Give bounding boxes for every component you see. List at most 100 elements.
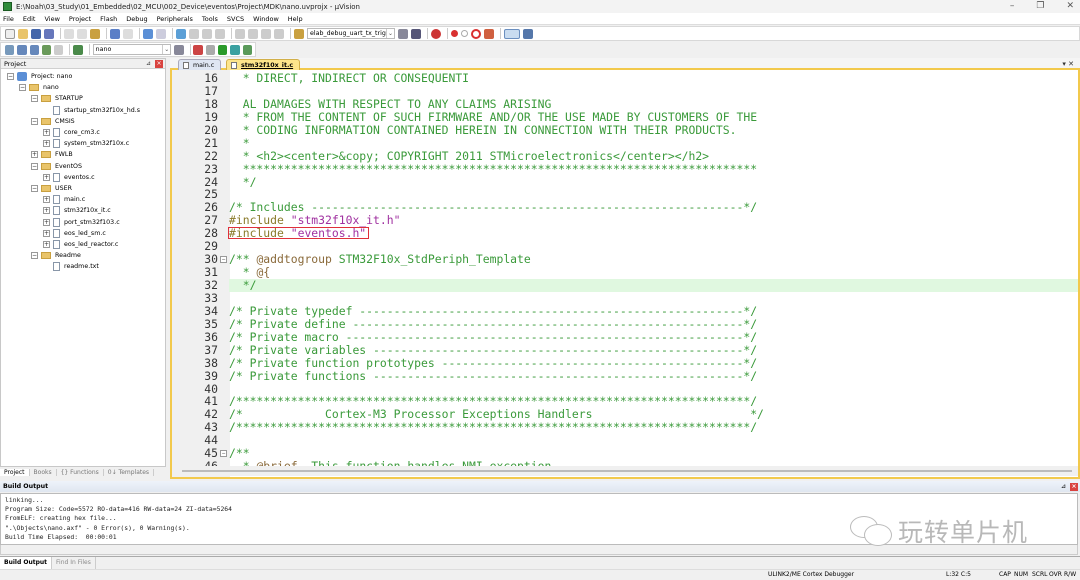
tab-project[interactable]: Project <box>0 469 30 476</box>
rebuild-icon[interactable] <box>29 44 39 55</box>
software-packs-icon[interactable] <box>242 44 252 55</box>
chevron-down-icon[interactable]: ⌄ <box>162 45 170 54</box>
code-text[interactable]: /* Private functions -------------------… <box>229 369 757 383</box>
menu-edit[interactable]: Edit <box>23 15 36 23</box>
code-editor[interactable]: 16 * DIRECT, INDIRECT OR CONSEQUENTI 17 18… <box>170 70 1080 479</box>
menu-file[interactable]: File <box>3 15 14 23</box>
code-text[interactable]: * CODING INFORMATION CONTAINED HEREIN IN… <box>229 123 737 137</box>
tree-item[interactable]: + core_cm3.c <box>43 127 100 138</box>
pin-icon[interactable]: ⊿ <box>1061 481 1066 492</box>
expand-icon[interactable]: + <box>31 151 38 159</box>
tab-templates[interactable]: 0↓ Templates <box>104 469 155 476</box>
tree-item[interactable]: + eos_led_sm.c <box>43 228 106 239</box>
incremental-find-icon[interactable] <box>411 28 421 39</box>
find-icon[interactable] <box>398 28 408 39</box>
close-panel-icon[interactable]: × <box>155 60 163 68</box>
navigate-forward-icon[interactable] <box>156 28 166 39</box>
tab-find-in-files[interactable]: Find In Files <box>52 557 96 569</box>
new-file-icon[interactable] <box>5 28 15 39</box>
copy-icon[interactable] <box>77 28 87 39</box>
stop-build-icon[interactable] <box>54 44 64 55</box>
next-bookmark-icon[interactable] <box>202 28 212 39</box>
save-icon[interactable] <box>31 28 41 39</box>
target-select[interactable]: nano ⌄ <box>92 44 172 55</box>
expand-icon[interactable]: + <box>43 229 50 237</box>
editor-horizontal-scrollbar[interactable] <box>172 466 1078 476</box>
uncomment-icon[interactable] <box>274 28 284 39</box>
insert-breakpoint-icon[interactable] <box>451 30 458 37</box>
tab-stm32f10x-it-c[interactable]: stm32f10x_it.c <box>226 59 301 70</box>
code-text[interactable]: ****************************************… <box>229 162 757 176</box>
collapse-icon[interactable]: − <box>31 162 38 170</box>
code-text[interactable]: */ <box>229 175 257 189</box>
collapse-icon[interactable]: − <box>31 185 38 192</box>
menu-flash[interactable]: Flash <box>100 15 117 23</box>
chevron-down-icon[interactable]: ⌄ <box>386 29 394 38</box>
expand-icon[interactable]: + <box>43 140 50 148</box>
tree-item[interactable]: + FWLB <box>31 149 73 160</box>
code-text[interactable]: /***************************************… <box>229 421 757 434</box>
clear-bookmarks-icon[interactable] <box>215 28 225 39</box>
configure-icon[interactable] <box>523 28 533 39</box>
fold-toggle-icon[interactable]: − <box>220 450 227 458</box>
tree-item[interactable]: + eos_led_reactor.c <box>43 239 118 250</box>
tree-item[interactable]: + eventos.c <box>43 172 95 183</box>
collapse-icon[interactable]: − <box>19 84 26 92</box>
tree-item[interactable]: + port_stm32f103.c <box>43 217 120 228</box>
select-packs-icon[interactable] <box>205 44 216 55</box>
find-in-files-icon[interactable] <box>294 28 304 39</box>
tree-item[interactable]: − EventOS <box>31 161 82 172</box>
prev-bookmark-icon[interactable] <box>189 28 199 39</box>
collapse-icon[interactable]: − <box>31 117 38 125</box>
tree-item[interactable]: − Project: nano <box>7 71 72 82</box>
menu-view[interactable]: View <box>44 15 59 23</box>
build-icon[interactable] <box>17 44 27 55</box>
maximize-button[interactable]: ❐ <box>1036 0 1044 13</box>
tree-item[interactable]: − CMSIS <box>31 116 75 127</box>
save-all-icon[interactable] <box>44 28 54 39</box>
tree-item[interactable]: startup_stm32f10x_hd.s <box>43 105 140 116</box>
expand-icon[interactable]: + <box>43 129 50 136</box>
menu-project[interactable]: Project <box>69 15 91 23</box>
debug-session-icon[interactable] <box>431 28 441 39</box>
undo-icon[interactable] <box>110 28 120 39</box>
fold-toggle-icon[interactable]: − <box>220 256 227 264</box>
kill-breakpoints-icon[interactable] <box>484 28 494 39</box>
expand-icon[interactable]: + <box>43 241 50 248</box>
tab-main-c[interactable]: main.c <box>178 59 222 70</box>
menu-debug[interactable]: Debug <box>126 15 147 23</box>
paste-icon[interactable] <box>90 28 100 39</box>
tab-books[interactable]: Books <box>30 469 57 476</box>
tree-item[interactable]: readme.txt <box>43 261 99 272</box>
comment-icon[interactable] <box>261 28 271 39</box>
menu-help[interactable]: Help <box>288 15 303 23</box>
indent-icon[interactable] <box>235 28 245 39</box>
code-text[interactable]: */ <box>229 279 1078 292</box>
expand-icon[interactable]: + <box>43 196 50 204</box>
collapse-icon[interactable]: − <box>7 73 14 80</box>
find-combo[interactable]: elab_debug_uart_tx_trig ⌄ <box>307 28 395 39</box>
tree-item[interactable]: + system_stm32f10x.c <box>43 138 129 149</box>
menu-window[interactable]: Window <box>253 15 279 23</box>
menu-peripherals[interactable]: Peripherals <box>157 15 193 23</box>
pack-installer-icon[interactable] <box>230 44 240 55</box>
disable-breakpoints-icon[interactable] <box>471 28 481 39</box>
bookmark-icon[interactable] <box>176 28 186 39</box>
cut-icon[interactable] <box>64 28 74 39</box>
manage-runtime-icon[interactable] <box>218 44 228 55</box>
minimize-button[interactable]: – <box>1010 0 1015 13</box>
close-button[interactable]: ✕ <box>1066 0 1074 13</box>
expand-icon[interactable]: + <box>43 173 50 181</box>
menu-tools[interactable]: Tools <box>202 15 218 23</box>
navigate-back-icon[interactable] <box>143 28 153 39</box>
redo-icon[interactable] <box>123 28 133 39</box>
tree-item[interactable]: + main.c <box>43 194 85 205</box>
close-panel-icon[interactable]: × <box>1070 483 1078 491</box>
unindent-icon[interactable] <box>248 28 258 39</box>
tree-item[interactable]: − Readme <box>31 250 81 261</box>
translate-icon[interactable] <box>5 44 15 55</box>
pin-icon[interactable]: ⊿ <box>146 59 151 69</box>
expand-icon[interactable]: + <box>43 218 50 226</box>
open-file-icon[interactable] <box>18 28 28 39</box>
code-text[interactable]: /** @addtogroup STM32F10x_StdPeriph_Temp… <box>229 253 531 266</box>
